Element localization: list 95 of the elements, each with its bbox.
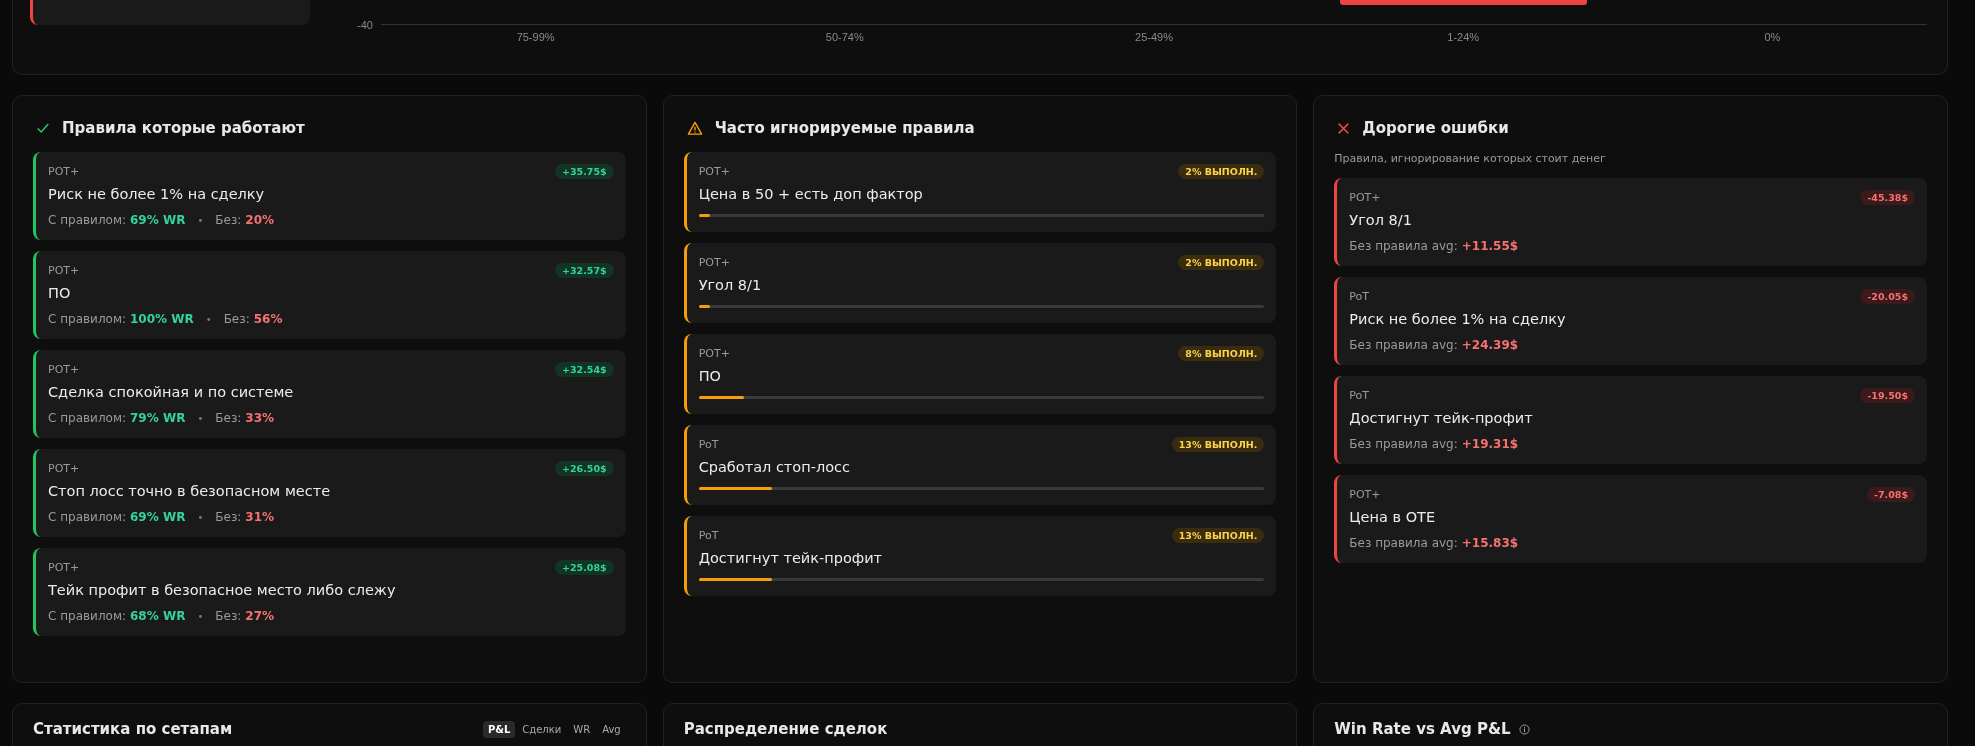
x-axis-label: 25-49% [1134,31,1174,43]
rule-name: Угол 8/1 [1349,212,1413,228]
separator: • [205,314,212,325]
tab[interactable]: Avg [597,720,626,738]
rule-name: ПО [698,368,722,384]
amount-badge: +32.54$ [555,362,614,377]
stat-value: +24.39$ [1461,338,1519,352]
stat-value: +15.83$ [1461,536,1519,550]
stat-label: С правилом: [48,411,126,425]
rule-tag: POT+ [698,347,730,360]
amount-badge: -45.38$ [1860,190,1915,205]
rule-tag: POT+ [698,256,730,269]
stat-label: С правилом: [48,510,126,524]
tab[interactable]: P&L [482,720,516,738]
rule-name: Стоп лосс точно в безопасном месте [48,483,332,499]
stat-label: Без: [215,213,242,227]
stat-value: 100% WR [130,312,194,326]
panel-title: Статистика по сетапам [33,720,233,738]
stat-value: 31% [245,510,275,524]
rule-name: Риск не более 1% на сделку [48,186,266,202]
stat-label: Без: [215,609,242,623]
stat-value: 20% [245,213,275,227]
panel-title: Правила которые работают [62,119,305,137]
rule-tag: POT+ [48,264,80,277]
stat-value: 33% [245,411,275,425]
rule-name: Тейк профит в безопасное место либо слежу [48,582,397,598]
rule-tag: POT+ [1349,488,1381,501]
rule-name: Сделка спокойная и по системе [48,384,295,400]
stat-label: Без: [215,411,242,425]
check-icon [36,121,50,135]
x-axis-label: 1-24% [1446,31,1481,43]
panel-title: Часто игнорируемые правила [714,119,975,137]
separator: • [197,215,204,226]
stat-value: 56% [253,312,283,326]
separator: • [197,512,204,523]
stat-value: 69% WR [130,213,186,227]
warning-icon [686,120,703,136]
separator: • [197,413,204,424]
stat-value: +11.55$ [1461,239,1519,253]
stat-label: С правилом: [48,213,126,227]
compliance-badge: 8% ВЫПОЛН. [1178,346,1265,361]
panel-subtitle: Правила, игнорирование которых стоит денег [1334,152,1607,165]
stat-label: Без правила avg: [1349,437,1458,451]
stat-label: Без: [215,510,242,524]
rule-tag: POT+ [48,462,80,475]
stat-label: Без: [223,312,250,326]
x-axis-label: 75-99% [515,31,556,43]
rule-name: ПО [48,285,72,301]
x-axis-label: 50-74% [824,31,865,43]
amount-badge: +26.50$ [555,461,614,476]
y-axis-label: -40 [357,19,373,31]
compliance-badge: 2% ВЫПОЛН. [1178,255,1265,270]
stat-value: 27% [245,609,275,623]
rule-tag: POT+ [48,363,80,376]
rule-tag: PoT [1349,290,1370,303]
panel-title: Win Rate vs Avg P&L [1334,720,1511,738]
stat-label: Без правила avg: [1349,239,1458,253]
stat-value: 79% WR [130,411,186,425]
panel-title: Дорогие ошибки [1362,119,1509,137]
rule-tag: PoT [1349,389,1370,402]
compliance-badge: 13% ВЫПОЛН. [1171,437,1265,452]
tab[interactable]: WR [568,720,596,738]
rule-name: Достигнут тейк-профит [1349,410,1534,426]
tab[interactable]: Сделки [517,720,567,738]
rule-name: Сработал стоп-лосс [698,459,851,475]
rule-name: Риск не более 1% на сделку [1349,311,1567,327]
compliance-badge: 13% ВЫПОЛН. [1171,528,1265,543]
amount-badge: +32.57$ [555,263,614,278]
close-icon [1337,121,1351,135]
rule-tag: POT+ [48,165,80,178]
rule-name: Цена в 50 + есть доп фактор [698,186,924,202]
amount-badge: +35.75$ [555,164,614,179]
panel-title: Распределение сделок [683,720,888,738]
x-axis-label: 0% [1763,31,1782,43]
stat-label: С правилом: [48,609,126,623]
rule-name: Достигнут тейк-профит [698,550,884,566]
stat-value: +19.31$ [1461,437,1519,451]
stat-label: С правилом: [48,312,126,326]
stat-value: 68% WR [130,609,186,623]
rule-tag: POT+ [1349,191,1381,204]
amount-badge: -7.08$ [1867,487,1915,502]
rule-tag: POT+ [698,165,730,178]
stat-label: Без правила avg: [1349,536,1458,550]
rule-tag: PoT [698,529,719,542]
compliance-badge: 2% ВЫПОЛН. [1178,164,1265,179]
amount-badge: -19.50$ [1860,388,1915,403]
amount-badge: +25.08$ [555,560,614,575]
separator: • [197,611,204,622]
rule-name: Угол 8/1 [698,277,763,293]
rule-tag: POT+ [48,561,80,574]
stat-label: Без правила avg: [1349,338,1458,352]
stat-value: 69% WR [130,510,186,524]
amount-badge: -20.05$ [1860,289,1915,304]
rule-tag: PoT [698,438,719,451]
rule-name: Цена в OTE [1349,509,1437,525]
